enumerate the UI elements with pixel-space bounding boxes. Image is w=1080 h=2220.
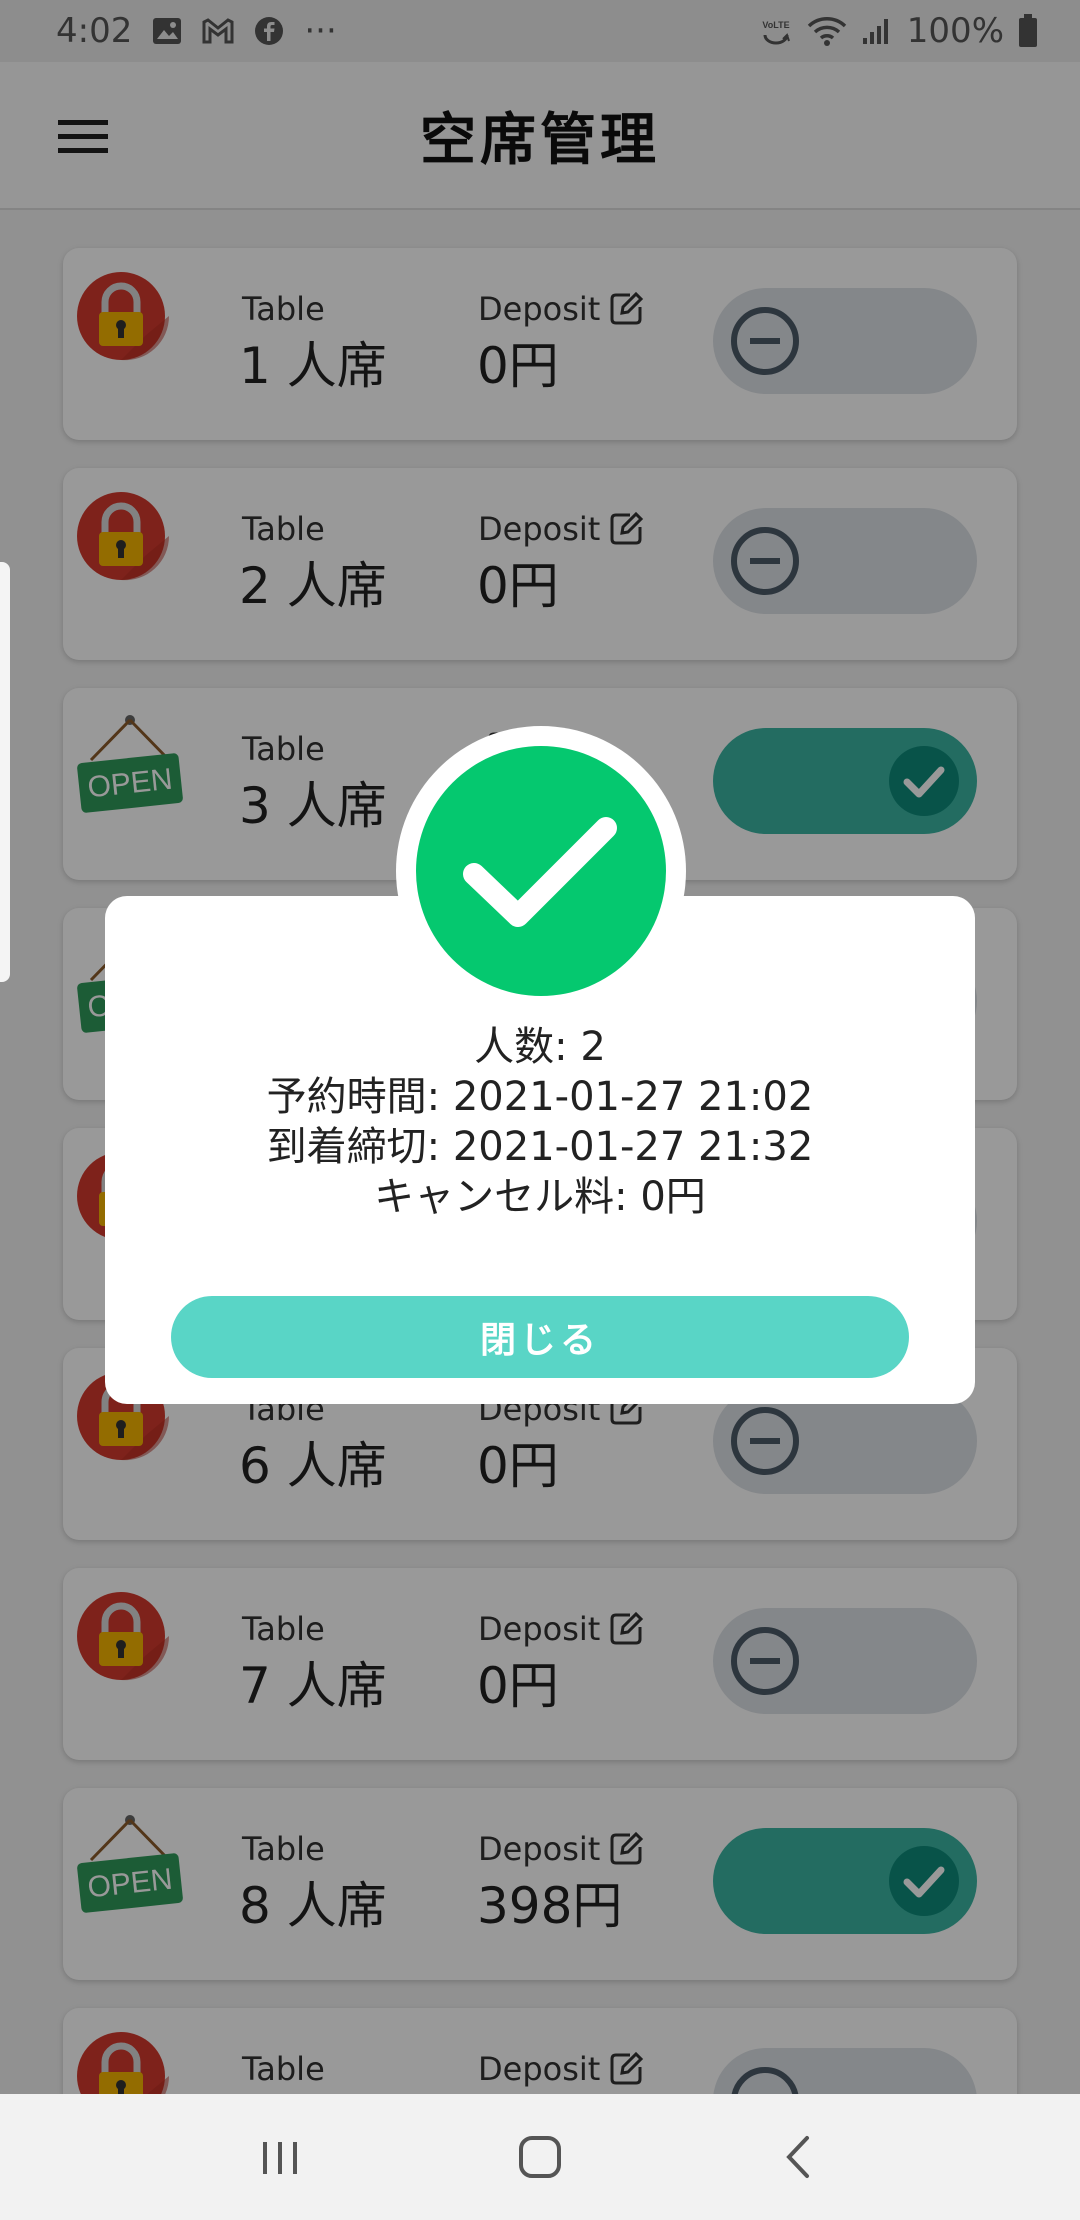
close-button[interactable]: 閉じる (171, 1296, 909, 1378)
recent-apps-icon[interactable] (240, 2117, 320, 2197)
edge-panel-handle[interactable] (0, 562, 10, 982)
dialog-line-people: 人数: 2 (474, 1024, 606, 1070)
success-badge (396, 726, 686, 1016)
dialog-line-arrival-deadline: 到着締切: 2021-01-27 21:32 (266, 1124, 814, 1170)
home-icon[interactable] (500, 2117, 580, 2197)
dialog-line-cancel-fee: キャンセル料: 0円 (374, 1174, 706, 1220)
system-nav-bar (0, 2094, 1080, 2220)
success-check-icon (416, 746, 666, 996)
dialog-line-reserve-time: 予約時間: 2021-01-27 21:02 (266, 1074, 814, 1120)
dialog-details: 人数: 2 予約時間: 2021-01-27 21:02 到着締切: 2021-… (105, 1022, 975, 1222)
back-icon[interactable] (760, 2117, 840, 2197)
